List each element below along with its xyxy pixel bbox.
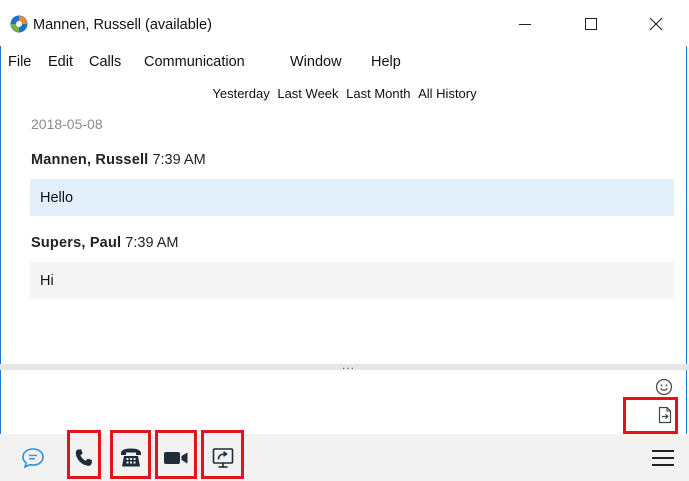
message-time: 7:39 AM [125, 235, 179, 251]
desk-phone-icon [120, 448, 141, 466]
close-icon [649, 17, 663, 31]
sender-name: Mannen, Russell [31, 152, 149, 168]
message-header: Supers, Paul 7:39 AM [31, 235, 178, 251]
send-file-icon[interactable] [656, 406, 674, 424]
more-options-button[interactable] [648, 434, 678, 481]
maximize-icon [585, 18, 597, 30]
message-bubble: Hello [30, 179, 674, 216]
screen-share-icon [212, 447, 233, 468]
window-title: Mannen, Russell (available) [33, 17, 212, 33]
chat-bubble-icon [22, 447, 44, 469]
filter-last-month[interactable]: Last Month [346, 86, 410, 101]
video-call-button[interactable] [158, 434, 194, 481]
screen-share-button[interactable] [204, 434, 241, 481]
menu-file[interactable]: File [8, 54, 31, 70]
menu-calls[interactable]: Calls [89, 54, 121, 70]
audio-call-button[interactable] [70, 434, 98, 481]
minimize-icon [519, 24, 531, 25]
title-bar[interactable]: Mannen, Russell (available) [0, 0, 689, 46]
filter-all-history[interactable]: All History [418, 86, 477, 101]
menu-bar: File Edit Calls Communication Window Hel… [0, 52, 689, 74]
compose-splitter[interactable]: ... [0, 358, 689, 372]
bottom-toolbar [0, 430, 689, 481]
message-header: Mannen, Russell 7:39 AM [31, 152, 206, 168]
splitter-grip[interactable]: ... [342, 358, 355, 372]
history-filter-bar: Yesterday Last Week Last Month All Histo… [0, 86, 689, 101]
message-text: Hi [40, 272, 54, 289]
filter-yesterday[interactable]: Yesterday [212, 86, 269, 101]
minimize-button[interactable] [505, 8, 545, 40]
desk-phone-button[interactable] [113, 434, 148, 481]
menu-communication[interactable]: Communication [144, 54, 245, 70]
menu-window[interactable]: Window [290, 54, 342, 70]
hamburger-menu-icon [652, 449, 674, 466]
smiley-icon[interactable] [655, 378, 673, 396]
video-camera-icon [164, 451, 188, 464]
menu-edit[interactable]: Edit [48, 54, 73, 70]
sender-name: Supers, Paul [31, 235, 122, 251]
filter-last-week[interactable]: Last Week [277, 86, 338, 101]
message-text: Hello [40, 189, 74, 206]
chat-button[interactable] [18, 434, 48, 481]
conversation-date: 2018-05-08 [31, 116, 103, 132]
maximize-button[interactable] [571, 8, 611, 40]
message-bubble: Hi [30, 262, 674, 299]
phone-handset-icon [75, 448, 92, 466]
message-time: 7:39 AM [152, 152, 206, 168]
menu-help[interactable]: Help [371, 54, 401, 70]
close-button[interactable] [636, 8, 676, 40]
lync-app-icon [10, 15, 28, 33]
